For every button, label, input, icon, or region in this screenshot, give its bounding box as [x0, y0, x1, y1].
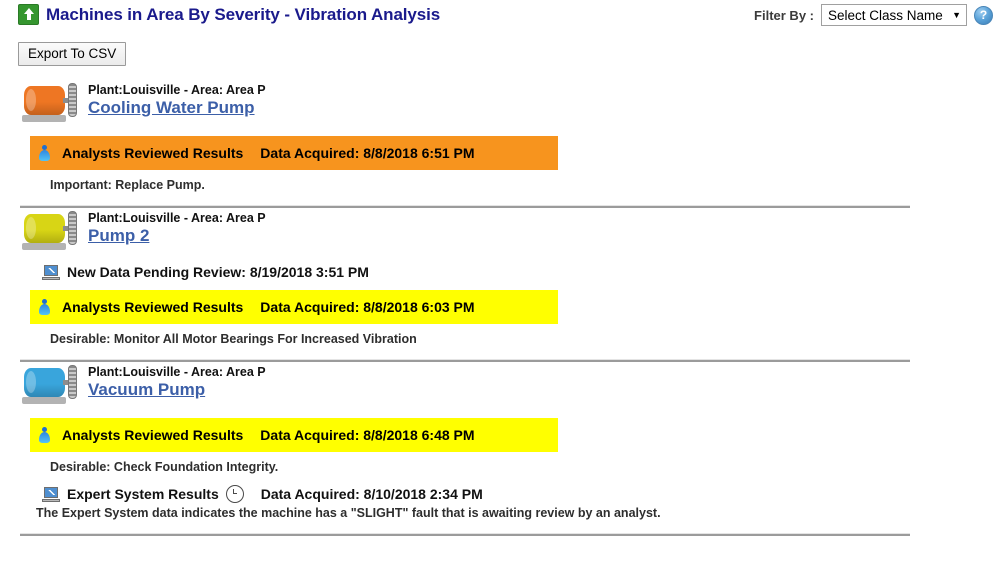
filter-block: Filter By : Select Class Name ▼ ?: [754, 4, 993, 26]
machine-header: Plant:Louisville - Area: Area P Vacuum Pu…: [0, 362, 1001, 408]
pending-review-row: New Data Pending Review: 8/19/2018 3:51 …: [0, 264, 1001, 280]
expert-system-date: Data Acquired: 8/10/2018 2:34 PM: [260, 486, 483, 502]
status-banner-date: Data Acquired: 8/8/2018 6:51 PM: [260, 145, 475, 161]
recommendation-text: Desirable: Check Foundation Integrity.: [50, 460, 279, 474]
motor-icon: [20, 80, 80, 126]
status-banner-caution[interactable]: Analysts Reviewed Results Data Acquired: …: [30, 418, 558, 452]
motor-icon: [20, 362, 80, 408]
machine-text: Plant:Louisville - Area: Area P Cooling W…: [88, 80, 266, 118]
recommendation-text: Important: Replace Pump.: [50, 178, 205, 192]
machine-block: Plant:Louisville - Area: Area P Pump 2 New…: [0, 208, 1001, 362]
filter-by-label: Filter By :: [754, 7, 814, 23]
help-icon[interactable]: ?: [974, 5, 993, 25]
clock-icon: [225, 485, 244, 503]
analyst-person-icon: [38, 298, 51, 316]
laptop-icon: [42, 486, 60, 502]
status-banner-date: Data Acquired: 8/8/2018 6:48 PM: [260, 427, 475, 443]
machine-location: Plant:Louisville - Area: Area P: [88, 83, 266, 97]
expert-system-row: Expert System Results Data Acquired: 8/10…: [0, 485, 1001, 503]
chevron-down-icon: ▼: [952, 9, 961, 20]
expert-system-description: The Expert System data indicates the mac…: [36, 506, 661, 520]
status-banner-date: Data Acquired: 8/8/2018 6:03 PM: [260, 299, 475, 315]
arrow-up-green-icon: [18, 4, 39, 25]
recommendation-text: Desirable: Monitor All Motor Bearings Fo…: [50, 332, 417, 346]
status-banner-severe[interactable]: Analysts Reviewed Results Data Acquired: …: [30, 136, 558, 170]
machine-block: Plant:Louisville - Area: Area P Vacuum Pu…: [0, 362, 1001, 536]
pending-review-text: New Data Pending Review: 8/19/2018 3:51 …: [67, 264, 369, 280]
machine-name-link[interactable]: Pump 2: [88, 225, 266, 246]
section-divider: [20, 533, 910, 536]
analyst-person-icon: [38, 144, 51, 162]
class-name-select-value: Select Class Name: [828, 7, 943, 23]
title-block: Machines in Area By Severity - Vibration…: [18, 4, 440, 25]
class-name-select[interactable]: Select Class Name ▼: [821, 4, 967, 26]
machine-name-link[interactable]: Vacuum Pump: [88, 379, 266, 400]
analyst-person-icon: [38, 426, 51, 444]
page-header: Machines in Area By Severity - Vibration…: [0, 0, 1001, 32]
status-banner-label: Analysts Reviewed Results: [62, 427, 244, 443]
machine-text: Plant:Louisville - Area: Area P Vacuum Pu…: [88, 362, 266, 400]
motor-icon: [20, 208, 80, 254]
machine-location: Plant:Louisville - Area: Area P: [88, 211, 266, 225]
machine-header: Plant:Louisville - Area: Area P Pump 2: [0, 208, 1001, 254]
export-to-csv-button[interactable]: Export To CSV: [18, 42, 127, 66]
machine-list: Plant:Louisville - Area: Area P Cooling W…: [0, 80, 1001, 536]
status-banner-caution[interactable]: Analysts Reviewed Results Data Acquired: …: [30, 290, 558, 324]
status-banner-label: Analysts Reviewed Results: [62, 145, 244, 161]
laptop-icon: [42, 264, 60, 280]
status-banner-label: Analysts Reviewed Results: [62, 299, 244, 315]
page-title: Machines in Area By Severity - Vibration…: [46, 4, 441, 24]
toolbar: Export To CSV: [0, 32, 1001, 66]
machine-text: Plant:Louisville - Area: Area P Pump 2: [88, 208, 266, 246]
machine-header: Plant:Louisville - Area: Area P Cooling W…: [0, 80, 1001, 126]
machine-location: Plant:Louisville - Area: Area P: [88, 365, 266, 379]
expert-system-label: Expert System Results: [67, 486, 219, 502]
machine-block: Plant:Louisville - Area: Area P Cooling W…: [0, 80, 1001, 208]
machine-name-link[interactable]: Cooling Water Pump: [88, 97, 266, 118]
